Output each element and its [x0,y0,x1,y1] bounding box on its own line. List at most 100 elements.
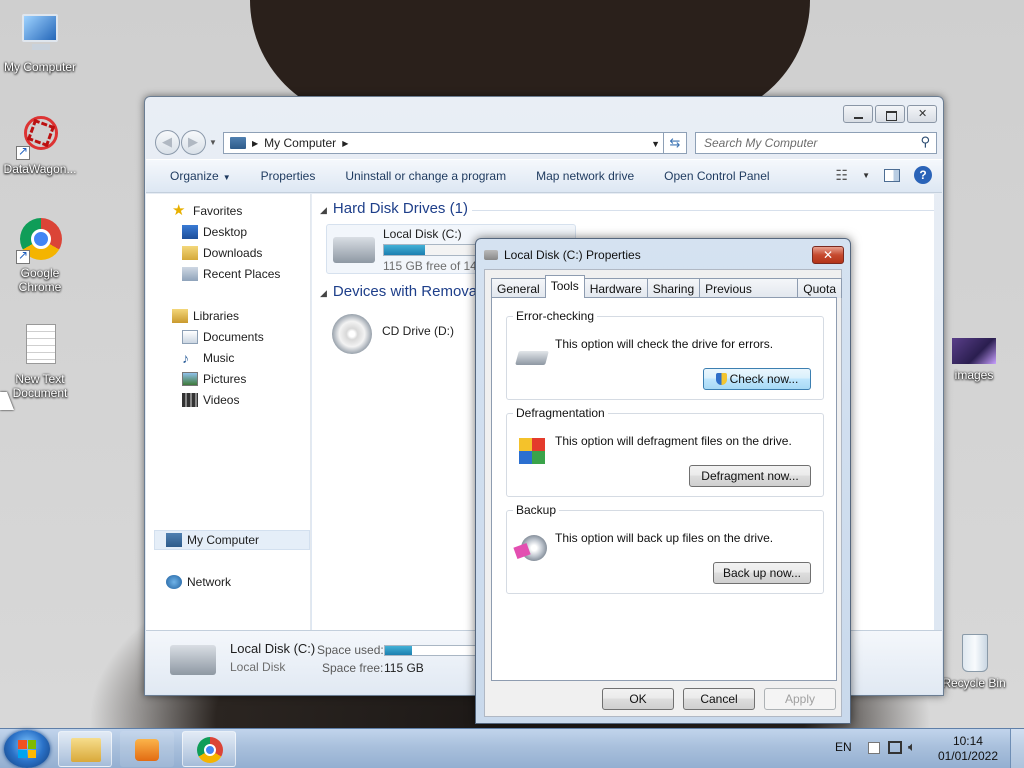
taskbar-media-player-button[interactable] [120,731,174,767]
breadcrumb-arrow-icon[interactable]: ▶ [252,139,258,148]
address-bar[interactable]: ▶ My Computer ▶ ▼ [223,132,665,154]
breadcrumb-my-computer[interactable]: My Computer [264,136,336,150]
desktop-icon-recycle-bin[interactable]: Recycle Bin [934,632,1014,690]
desktop-icon-google-chrome[interactable]: Google Chrome [0,216,80,294]
taskbar-chrome-button[interactable] [182,731,236,767]
organize-menu[interactable]: Organize ▼ [170,169,231,183]
nav-music[interactable]: ♪ Music [182,349,234,367]
search-icon: ⚲ [920,134,930,149]
command-bar: Organize ▼ Properties Uninstall or change… [146,159,942,193]
cd-drive-icon [332,314,372,354]
desktop-icon-my-computer[interactable]: My Computer [0,10,80,74]
dialog-body: General Tools Hardware Sharing Previous … [484,269,842,717]
refresh-button[interactable]: ⇆ [663,132,687,154]
downloads-folder-icon [182,246,198,260]
back-arrow-icon: ◀ [162,134,172,149]
tab-quota[interactable]: Quota [797,278,842,298]
preview-pane-icon[interactable] [884,168,900,182]
check-now-button[interactable]: Check now... [703,368,811,390]
maximize-button[interactable] [875,105,905,123]
tab-sharing[interactable]: Sharing [646,278,701,298]
tab-general[interactable]: General [491,278,546,298]
recent-pages-dropdown[interactable]: ▼ [209,138,217,147]
organize-label: Organize [170,169,219,183]
apply-button[interactable]: Apply [764,688,836,710]
group-title: Backup [513,503,560,517]
nav-desktop[interactable]: Desktop [182,223,247,241]
change-view-icon[interactable]: ☷ [836,167,849,184]
nav-my-computer[interactable]: My Computer [166,531,259,549]
minimize-button[interactable] [843,105,873,123]
language-indicator[interactable]: EN [835,740,852,754]
nav-label: Music [203,351,235,365]
show-desktop-button[interactable] [1010,729,1024,768]
uninstall-program-button[interactable]: Uninstall or change a program [345,169,506,183]
open-control-panel-button[interactable]: Open Control Panel [664,169,769,183]
chrome-icon [16,216,64,264]
help-icon[interactable]: ? [914,166,932,184]
desktop-icon-datawagon[interactable]: DataWagon... [0,112,80,176]
chrome-center [204,744,216,756]
nav-network[interactable]: Network [166,573,231,591]
cancel-button[interactable]: Cancel [683,688,755,710]
nav-favorites[interactable]: ★ Favorites [172,202,242,220]
dialog-title: Local Disk (C:) Properties [504,248,641,262]
nav-documents[interactable]: Documents [182,328,264,346]
action-center-icon[interactable] [868,742,880,754]
start-button[interactable] [4,730,50,768]
taskbar-explorer-button[interactable] [58,731,112,767]
tab-tools[interactable]: Tools [544,275,585,298]
shortcut-arrow-icon [16,144,30,160]
hard-drive-icon [515,345,549,371]
nav-label: My Computer [187,533,260,547]
error-checking-group: Error-checking This option will check th… [506,309,824,400]
desktop-icon-new-text-document[interactable]: New Text Document [0,322,80,400]
forward-button[interactable]: ▶ [181,130,206,155]
ok-button[interactable]: OK [602,688,674,710]
computer-icon [16,10,64,58]
properties-button[interactable]: Properties [261,169,316,183]
space-free-value: 115 GB [384,661,424,675]
hard-drive-icon [170,645,216,675]
nav-downloads[interactable]: Downloads [182,244,262,262]
nav-recent-places[interactable]: Recent Places [182,265,280,283]
tab-hardware[interactable]: Hardware [583,278,648,298]
close-button[interactable] [907,105,937,123]
desktop-icon-label: images [954,368,994,382]
breadcrumb-arrow-icon[interactable]: ▶ [342,139,348,148]
group-divider [472,210,934,211]
taskbar: EN 🔈︎ 10:14 01/01/2022 [0,728,1024,768]
group-description: This option will defragment files on the… [555,434,792,448]
network-status-icon[interactable] [888,741,902,754]
network-icon [166,575,182,589]
nav-label: Recent Places [203,267,281,281]
star-icon: ★ [172,202,186,219]
address-dropdown-icon[interactable]: ▼ [651,139,660,149]
search-input[interactable]: Search My Computer ⚲ [695,132,937,154]
clock[interactable]: 10:14 01/01/2022 [938,734,998,764]
window-controls [843,105,937,123]
computer-icon [166,533,182,547]
dialog-close-button[interactable]: ✕ [812,246,844,264]
group-header-hard-disks[interactable]: ◢ Hard Disk Drives (1) [320,200,468,217]
map-network-drive-button[interactable]: Map network drive [536,169,634,183]
back-up-now-button[interactable]: Back up now... [713,562,811,584]
back-button[interactable]: ◀ [155,130,180,155]
drive-tile-d[interactable]: CD Drive (D:) [326,312,476,362]
nav-videos[interactable]: Videos [182,391,239,409]
nav-pictures[interactable]: Pictures [182,370,246,388]
backup-icon [513,533,549,561]
recycle-bin-icon [950,632,998,674]
videos-icon [182,393,198,407]
nav-libraries[interactable]: Libraries [172,307,239,325]
computer-icon [230,137,246,149]
desktop-icon-images[interactable]: images [934,336,1014,382]
hard-drive-icon [333,237,375,263]
view-options-chevron-icon[interactable]: ▼ [862,171,870,180]
desktop-icon-label: My Computer [3,60,77,74]
clock-date: 01/01/2022 [937,749,998,763]
tools-tab-page: Error-checking This option will check th… [491,297,837,681]
defragment-now-button[interactable]: Defragment now... [689,465,811,487]
tab-previous-versions[interactable]: Previous Versions [699,278,799,310]
volume-icon[interactable]: 🔈︎ [908,739,916,755]
